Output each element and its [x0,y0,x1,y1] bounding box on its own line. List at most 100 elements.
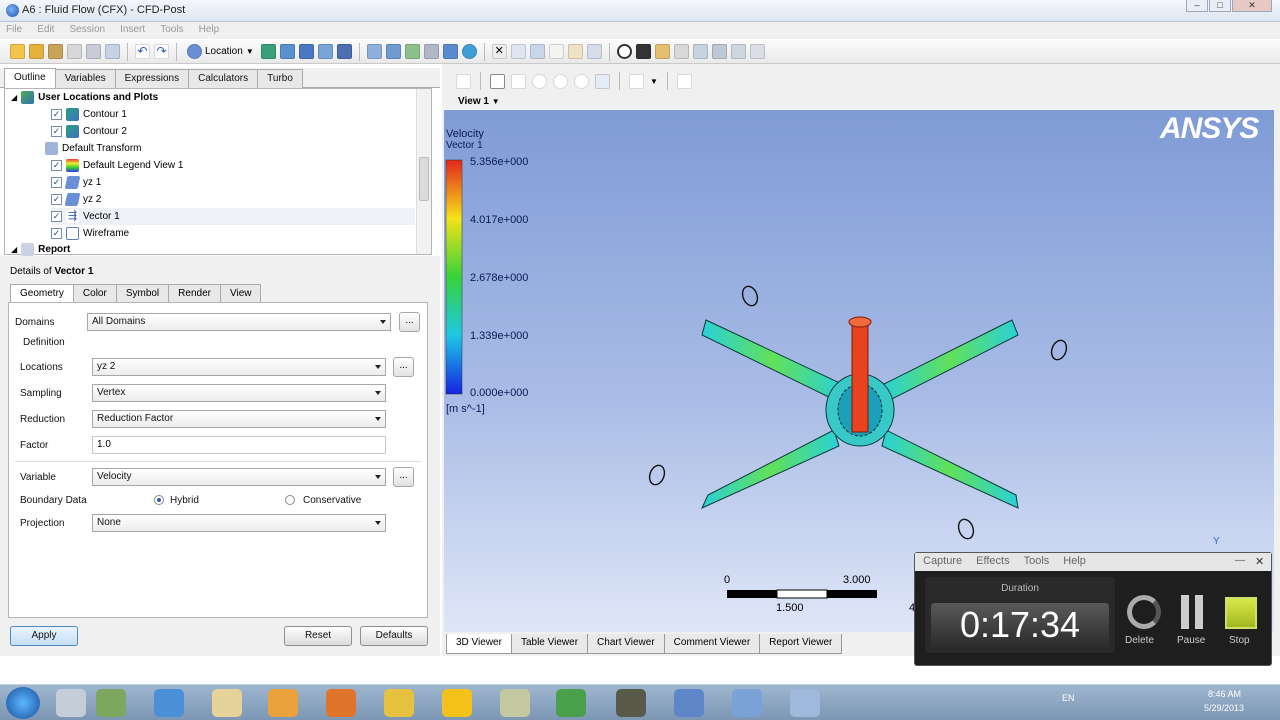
view-selector[interactable]: View 1 ▼ [446,94,1272,110]
collapse-arrow-icon[interactable]: ◢ [11,93,17,102]
factor-input[interactable]: 1.0 [92,436,386,454]
new-icon[interactable] [10,44,25,59]
menu-session[interactable]: Session [63,22,111,37]
probe-icon[interactable] [673,44,689,59]
streamline-tool-icon[interactable] [298,44,314,59]
checkbox[interactable]: ✓ [51,109,62,120]
select-icon[interactable] [456,73,471,89]
tree-item[interactable]: ✓ Default Legend View 1 [51,157,183,174]
layout-icon[interactable] [629,73,644,89]
projection-select[interactable]: None [92,514,386,532]
tab-3d-viewer[interactable]: 3D Viewer [446,634,512,654]
clock-app-icon[interactable] [56,689,86,717]
solver-icon[interactable] [732,689,762,717]
tab-report-viewer[interactable]: Report Viewer [759,634,843,654]
checkbox[interactable]: ✓ [51,160,62,171]
recorder-menu-help[interactable]: Help [1063,555,1086,569]
cfx-icon[interactable] [616,689,646,717]
contour-tool-icon[interactable] [279,44,295,59]
collapse-arrow-icon[interactable]: ◢ [11,245,17,254]
menu-file[interactable]: File [0,22,28,37]
menu-edit[interactable]: Edit [31,22,60,37]
tab-variables[interactable]: Variables [54,69,116,88]
animation-icon[interactable] [635,44,651,59]
tree-item[interactable]: ✓ Contour 2 [51,123,127,140]
tab-table-viewer[interactable]: Table Viewer [510,634,589,654]
recorder-app-icon[interactable] [790,689,820,717]
start-button-icon[interactable] [6,687,40,719]
design-modeler-icon[interactable] [556,689,586,717]
pan-icon[interactable] [511,73,526,89]
transform-tool-icon[interactable]: ✕ [491,44,507,59]
tab-expressions[interactable]: Expressions [114,69,190,88]
sync-view-icon[interactable] [676,73,692,89]
maximize-button[interactable]: □ [1209,0,1231,12]
undo-icon[interactable]: ↶ [135,44,150,59]
conservative-radio[interactable] [285,495,295,505]
close-button[interactable]: ✕ [1232,0,1272,12]
vector-tool-icon[interactable] [260,44,276,59]
firefox-icon[interactable] [326,689,356,717]
locations-more-button[interactable]: ... [393,357,414,377]
checkbox[interactable]: ✓ [51,211,62,222]
checkbox[interactable]: ✓ [51,177,62,188]
recorder-menu-tools[interactable]: Tools [1024,555,1050,569]
table-icon[interactable] [529,44,545,59]
cfd-post-icon[interactable] [674,689,704,717]
case-comparison-icon[interactable] [730,44,746,59]
quick-editor-icon[interactable] [654,44,670,59]
menu-help[interactable]: Help [193,22,226,37]
tab-view[interactable]: View [219,284,262,302]
load-icon[interactable] [48,44,63,59]
tab-outline[interactable]: Outline [4,68,56,88]
surface-group-icon[interactable] [404,44,420,59]
particle-track-icon[interactable] [317,44,333,59]
close-icon[interactable]: ✕ [1255,555,1264,568]
hybrid-radio[interactable] [154,495,164,505]
delete-icon[interactable] [1127,595,1161,629]
tab-turbo[interactable]: Turbo [257,69,303,88]
tab-calculators[interactable]: Calculators [188,69,259,88]
tab-render[interactable]: Render [168,284,221,302]
checkbox[interactable]: ✓ [51,228,62,239]
checkbox[interactable]: ✓ [51,126,62,137]
notes-icon[interactable] [500,689,530,717]
sampling-select[interactable]: Vertex [92,384,386,402]
open-icon[interactable] [29,44,44,59]
apply-button[interactable]: Apply [10,626,78,646]
variable-select[interactable]: Velocity [92,468,386,486]
tab-comment-viewer[interactable]: Comment Viewer [663,634,761,654]
reduction-select[interactable]: Reduction Factor [92,410,386,428]
zoom-box-icon[interactable] [553,73,568,89]
locations-select[interactable]: yz 2 [92,358,386,376]
variable-icon[interactable] [423,44,439,59]
scrollbar-thumb[interactable] [419,157,429,201]
app-icon[interactable] [96,689,126,717]
file-explorer-icon[interactable] [212,689,242,717]
clock-time[interactable]: 8:46 AM [1208,689,1241,699]
tab-geometry[interactable]: Geometry [10,284,74,302]
location-dropdown[interactable]: Location ▼ [184,44,257,59]
export-icon[interactable] [105,44,120,59]
print-icon[interactable] [86,44,101,59]
zoom-icon[interactable] [532,73,547,89]
clock-icon[interactable] [616,44,632,59]
ansys-workbench-icon[interactable] [442,689,472,717]
clock-date[interactable]: 5/29/2013 [1204,703,1244,713]
language-indicator[interactable]: EN [1062,693,1075,703]
chrome-icon[interactable] [384,689,414,717]
text-icon[interactable] [548,44,564,59]
menu-tools[interactable]: Tools [154,22,189,37]
variable-more-button[interactable]: ... [393,467,414,487]
figure-icon[interactable] [586,44,602,59]
tree-item[interactable]: ✓ Wireframe [51,225,129,242]
mesh-calculator-icon[interactable] [711,44,727,59]
tab-color[interactable]: Color [72,284,117,302]
rotate-icon[interactable] [490,73,505,89]
vortex-core-icon[interactable] [385,44,401,59]
tree-item-selected[interactable]: ✓ ⇶ Vector 1 [51,208,415,225]
tab-chart-viewer[interactable]: Chart Viewer [587,634,665,654]
reset-button[interactable]: Reset [284,626,352,646]
save-icon[interactable] [67,44,82,59]
domains-more-button[interactable]: ... [399,312,420,332]
